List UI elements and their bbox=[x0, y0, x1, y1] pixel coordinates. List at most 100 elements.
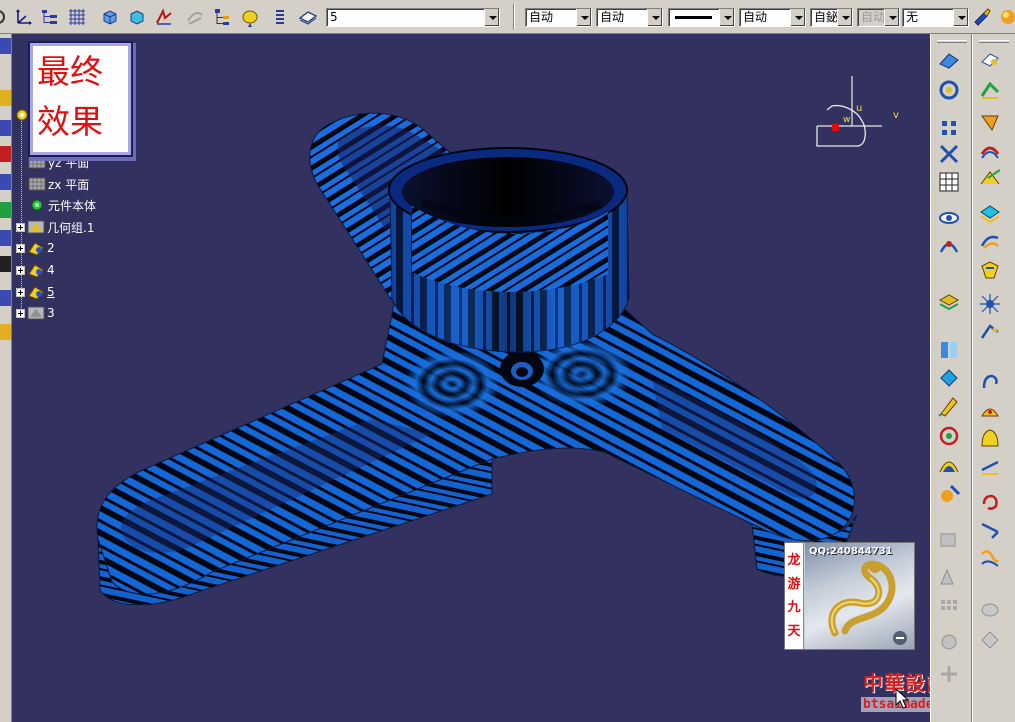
left-tool-icon[interactable] bbox=[0, 146, 11, 162]
left-tool-icon[interactable] bbox=[0, 90, 11, 106]
grid-icon[interactable] bbox=[67, 7, 87, 27]
patch-tool-icon[interactable] bbox=[978, 398, 1002, 422]
arrow-tool-icon[interactable] bbox=[978, 320, 1002, 344]
tree-item-label: 元件本体 bbox=[48, 198, 97, 213]
split-tool-icon[interactable] bbox=[937, 338, 961, 362]
arc-tool-icon[interactable] bbox=[978, 370, 1002, 394]
dragon-image: QQ:240844731 bbox=[805, 543, 914, 649]
tree-item-2[interactable]: 2 bbox=[16, 239, 55, 257]
disabled-tool-icon bbox=[185, 7, 205, 27]
chevron-down-icon[interactable] bbox=[576, 9, 591, 26]
spline-tool-icon[interactable] bbox=[978, 518, 1002, 542]
tree-item-zx-plane[interactable]: zx 平面 bbox=[28, 175, 89, 193]
measure-tool-icon[interactable] bbox=[937, 234, 961, 258]
left-tool-icon[interactable] bbox=[0, 202, 11, 218]
axis-system-icon[interactable] bbox=[14, 7, 34, 27]
tree-item-label: zx 平面 bbox=[48, 177, 90, 192]
spider-tool-icon[interactable] bbox=[978, 292, 1002, 316]
grid-points-icon[interactable] bbox=[937, 116, 961, 140]
hierarchy-icon[interactable] bbox=[212, 7, 232, 27]
format-painter-icon[interactable] bbox=[972, 7, 992, 27]
color-combo[interactable]: 自动 bbox=[525, 8, 592, 27]
point-symbol-combo[interactable]: 自鉍 bbox=[810, 8, 853, 27]
compass-widget[interactable]: u v w bbox=[807, 66, 917, 186]
connect-tool-icon[interactable] bbox=[978, 490, 1002, 514]
fill-tool-icon[interactable] bbox=[978, 258, 1002, 282]
left-tool-icon[interactable] bbox=[0, 38, 11, 54]
tree-item-3[interactable]: 3 bbox=[16, 304, 55, 322]
table-icon[interactable] bbox=[937, 170, 961, 194]
transparency-combo[interactable]: 自动 bbox=[596, 8, 663, 27]
toolbar-separator bbox=[513, 4, 515, 30]
chevron-down-icon[interactable] bbox=[719, 9, 734, 26]
line-thickness-combo[interactable] bbox=[668, 8, 735, 27]
toolbar-grip[interactable] bbox=[937, 40, 967, 43]
expand-icon[interactable] bbox=[16, 222, 25, 232]
left-tool-icon[interactable] bbox=[0, 120, 11, 136]
tree-item-yz-plane[interactable]: yz 平面 bbox=[28, 153, 89, 171]
left-tool-icon[interactable] bbox=[0, 290, 11, 306]
surface-tool-icon[interactable] bbox=[937, 48, 961, 72]
extrude-tool-icon[interactable] bbox=[978, 78, 1002, 102]
tree-item-5[interactable]: 5 bbox=[16, 283, 55, 301]
cube-view-icon[interactable] bbox=[100, 7, 120, 27]
left-tool-icon[interactable] bbox=[0, 256, 11, 272]
wave-tool-icon[interactable] bbox=[978, 546, 1002, 570]
expand-icon[interactable] bbox=[16, 287, 25, 297]
pencil-tool-icon[interactable] bbox=[937, 394, 961, 418]
chevron-down-icon[interactable] bbox=[790, 9, 805, 26]
3d-viewport[interactable]: yz 平面 zx 平面 元件本体 几何组.1 2 4 5 3 最终 效果 u v… bbox=[12, 34, 930, 722]
partial-tool-icon[interactable] bbox=[0, 7, 12, 27]
compass-origin[interactable] bbox=[832, 124, 839, 131]
expand-icon[interactable] bbox=[16, 243, 25, 253]
list-icon[interactable] bbox=[270, 7, 290, 27]
left-tool-icon[interactable] bbox=[0, 174, 11, 190]
chevron-down-icon[interactable] bbox=[953, 9, 968, 26]
blend-surface-icon[interactable] bbox=[978, 426, 1002, 450]
yellow-shape-icon[interactable] bbox=[240, 7, 260, 27]
left-tool-icon[interactable] bbox=[0, 324, 11, 340]
sweep-tool-icon[interactable] bbox=[937, 78, 961, 102]
final-effect-line-1: 最终 bbox=[37, 52, 103, 91]
offset-tool-icon[interactable] bbox=[978, 138, 1002, 162]
loop-tool-icon[interactable] bbox=[937, 424, 961, 448]
box-icon[interactable] bbox=[127, 7, 147, 27]
line-tool-icon[interactable] bbox=[978, 454, 1002, 478]
dragon-vertical-text: 龙 游 九 天 bbox=[785, 543, 804, 649]
layer-icon[interactable] bbox=[298, 7, 318, 27]
point-tool-icon[interactable] bbox=[978, 48, 1002, 72]
tree-item-geometry-set[interactable]: 几何组.1 bbox=[16, 218, 94, 236]
sweep-surface-icon[interactable] bbox=[978, 202, 1002, 226]
expand-icon[interactable] bbox=[16, 308, 25, 318]
layer-filter-combo[interactable]: 无 bbox=[902, 8, 969, 27]
final-effect-label: 最终 效果 bbox=[30, 43, 131, 155]
layers-tool-icon[interactable] bbox=[937, 290, 961, 314]
revolve-tool-icon[interactable] bbox=[978, 110, 1002, 134]
tree-item-4[interactable]: 4 bbox=[16, 261, 55, 279]
curve-tool-icon[interactable] bbox=[978, 230, 1002, 254]
sketch-tool-icon[interactable] bbox=[154, 7, 174, 27]
eye-tool-icon[interactable] bbox=[937, 206, 961, 230]
chevron-down-icon[interactable] bbox=[647, 9, 662, 26]
layer-combo[interactable]: 5 bbox=[326, 8, 500, 27]
chevron-down-icon bbox=[884, 9, 899, 26]
linetype-combo[interactable]: 自动 bbox=[739, 8, 806, 27]
chevron-down-icon[interactable] bbox=[484, 9, 499, 26]
trim-tool-icon[interactable] bbox=[978, 166, 1002, 190]
fillet-tool-icon[interactable] bbox=[937, 482, 961, 506]
chevron-down-icon[interactable] bbox=[837, 9, 852, 26]
toolbar-separator bbox=[971, 34, 973, 722]
left-tool-icon[interactable] bbox=[0, 230, 11, 246]
rendering-style-combo-value: 自动 bbox=[861, 10, 886, 24]
point-symbol-combo-value: 自鉍 bbox=[814, 10, 839, 24]
blend-tool-icon[interactable] bbox=[937, 452, 961, 476]
toolbar-grip[interactable] bbox=[979, 40, 1009, 43]
tree-item-part-body[interactable]: 元件本体 bbox=[28, 196, 96, 214]
disabled-tool-icon bbox=[937, 662, 961, 686]
tree-structure-icon[interactable] bbox=[40, 7, 60, 27]
expand-icon[interactable] bbox=[16, 265, 25, 275]
color-ball-icon[interactable] bbox=[998, 7, 1015, 27]
cross-tool-icon[interactable] bbox=[937, 142, 961, 166]
line-preview bbox=[675, 16, 712, 19]
pattern-tool-icon[interactable] bbox=[937, 366, 961, 390]
